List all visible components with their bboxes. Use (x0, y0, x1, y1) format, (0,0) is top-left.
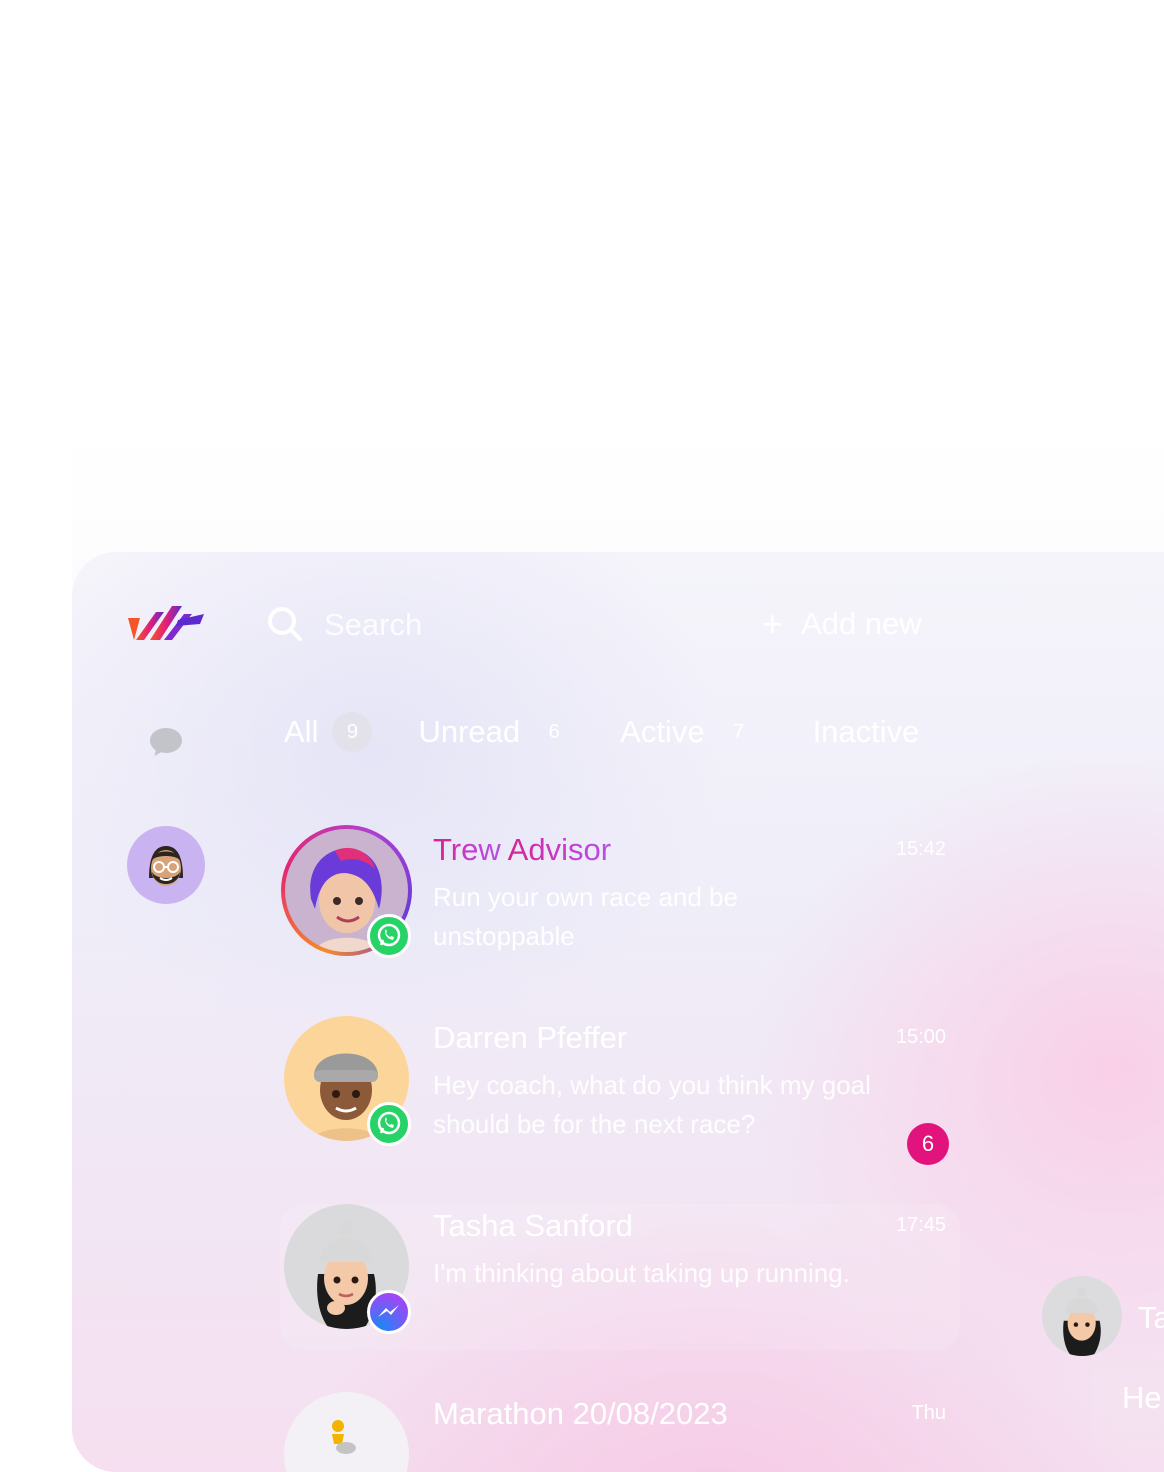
whatsapp-icon (367, 1102, 411, 1146)
tab-active-label: Active (620, 714, 705, 749)
memoji-beanie-woman-icon (1063, 1286, 1101, 1356)
tab-inactive-label: Inactive (812, 714, 920, 749)
name-rest: Advisor (500, 832, 612, 867)
conversation-item-tasha-sanford[interactable]: Tasha Sanford 17:45 I'm thinking about t… (280, 1204, 960, 1350)
conversation-preview: Run your own race and be unstoppable (433, 882, 738, 951)
chat-header-name: Ta (1138, 1300, 1164, 1335)
tab-unread-label: Unread (418, 714, 521, 749)
tab-inactive[interactable]: Inactive (813, 714, 920, 750)
add-new-button[interactable]: + Add new (762, 602, 922, 646)
conversation-name: Trew Advisor (433, 832, 611, 868)
tab-active-count: 7 (733, 720, 745, 743)
messenger-icon (367, 1290, 411, 1334)
conversation-time: 15:00 (895, 1026, 946, 1048)
name-first: Trew (433, 832, 501, 867)
app-logo (128, 606, 204, 640)
user-avatar-face-icon (149, 846, 183, 886)
conversation-preview: Hey coach, what do you think my goal sho… (433, 1070, 871, 1139)
tab-unread-count: 6 (548, 720, 560, 743)
filter-tabs: All 9 Unread 6 Active 7 Inactive (284, 712, 965, 752)
chat-bubble-icon[interactable] (148, 724, 184, 760)
tab-unread[interactable]: Unread 6 (418, 712, 574, 752)
message-text: He (1122, 1380, 1162, 1415)
chat-app-window: + Add new All 9 Unread 6 Active 7 (72, 552, 1164, 1472)
conversation-item-marathon[interactable]: Marathon 20/08/2023 Thu (280, 1392, 960, 1472)
tab-all-count: 9 (332, 712, 373, 752)
conversation-preview: I'm thinking about taking up running. (433, 1258, 850, 1288)
avatar (284, 1392, 409, 1472)
tab-all-label: All (284, 714, 319, 749)
conversation-name: Tasha Sanford (433, 1208, 633, 1243)
search-icon[interactable] (265, 604, 305, 644)
add-new-label: Add new (801, 606, 922, 641)
whatsapp-icon (367, 914, 411, 958)
plus-icon: + (762, 603, 784, 644)
tab-all[interactable]: All 9 (284, 712, 373, 752)
conversation-time: 15:42 (895, 838, 946, 860)
conversation-name: Marathon 20/08/2023 (433, 1396, 728, 1431)
unread-count-badge: 6 (907, 1123, 949, 1165)
conversation-item-darren-pfeffer[interactable]: Darren Pfeffer 15:00 Hey coach, what do … (280, 1016, 960, 1166)
search-input[interactable] (322, 602, 626, 648)
chat-header-avatar[interactable] (1042, 1276, 1122, 1356)
conversation-item-trew-advisor[interactable]: Trew Advisor 15:42 Run your own race and… (280, 825, 960, 978)
runner-group-icon (332, 1420, 356, 1454)
conversation-name: Darren Pfeffer (433, 1020, 628, 1055)
user-avatar[interactable] (127, 826, 205, 904)
conversation-time: Thu (911, 1402, 946, 1424)
conversation-time: 17:45 (895, 1214, 946, 1236)
tab-active[interactable]: Active 7 (620, 712, 758, 752)
